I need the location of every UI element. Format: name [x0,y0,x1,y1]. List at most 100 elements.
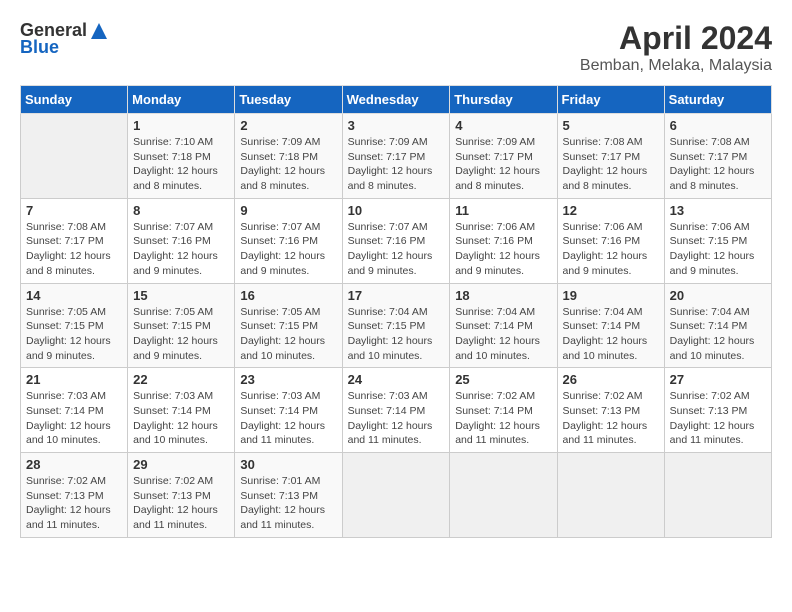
calendar-cell: 16 Sunrise: 7:05 AMSunset: 7:15 PMDayligh… [235,283,342,368]
calendar-cell: 1 Sunrise: 7:10 AMSunset: 7:18 PMDaylight… [128,114,235,199]
calendar-cell: 7 Sunrise: 7:08 AMSunset: 7:17 PMDaylight… [21,198,128,283]
day-info: Sunrise: 7:03 AMSunset: 7:14 PMDaylight:… [348,389,445,448]
day-number: 4 [455,118,551,133]
day-number: 14 [26,288,122,303]
day-number: 10 [348,203,445,218]
day-info: Sunrise: 7:04 AMSunset: 7:15 PMDaylight:… [348,305,445,364]
logo: General Blue [20,20,111,58]
day-info: Sunrise: 7:08 AMSunset: 7:17 PMDaylight:… [670,135,766,194]
day-info: Sunrise: 7:04 AMSunset: 7:14 PMDaylight:… [563,305,659,364]
day-number: 29 [133,457,229,472]
weekday-header-saturday: Saturday [664,86,771,114]
title-area: April 2024 Bemban, Melaka, Malaysia [580,20,772,75]
day-info: Sunrise: 7:09 AMSunset: 7:18 PMDaylight:… [240,135,336,194]
calendar-cell: 30Sunrise: 7:01 AMSunset: 7:13 PMDayligh… [235,453,342,538]
day-number: 25 [455,372,551,387]
day-info: Sunrise: 7:02 AMSunset: 7:14 PMDaylight:… [455,389,551,448]
calendar-cell: 13Sunrise: 7:06 AMSunset: 7:15 PMDayligh… [664,198,771,283]
calendar-cell: 20Sunrise: 7:04 AMSunset: 7:14 PMDayligh… [664,283,771,368]
calendar-cell: 6 Sunrise: 7:08 AMSunset: 7:17 PMDaylight… [664,114,771,199]
calendar-cell: 29 Sunrise: 7:02 AMSunset: 7:13 PMDayligh… [128,453,235,538]
day-info: Sunrise: 7:07 AMSunset: 7:16 PMDaylight:… [133,220,229,279]
day-number: 28 [26,457,122,472]
calendar-cell: 2 Sunrise: 7:09 AMSunset: 7:18 PMDaylight… [235,114,342,199]
day-info: Sunrise: 7:07 AMSunset: 7:16 PMDaylight:… [240,220,336,279]
calendar-cell: 18 Sunrise: 7:04 AMSunset: 7:14 PMDayligh… [450,283,557,368]
day-number: 7 [26,203,122,218]
calendar-cell: 5 Sunrise: 7:08 AMSunset: 7:17 PMDaylight… [557,114,664,199]
day-info: Sunrise: 7:06 AMSunset: 7:15 PMDaylight:… [670,220,766,279]
page-header: General Blue April 2024 Bemban, Melaka, … [20,20,772,75]
calendar-week-row: 14 Sunrise: 7:05 AMSunset: 7:15 PMDayligh… [21,283,772,368]
day-number: 16 [240,288,336,303]
calendar-cell: 21 Sunrise: 7:03 AMSunset: 7:14 PMDayligh… [21,368,128,453]
day-number: 30 [240,457,336,472]
calendar-cell: 4 Sunrise: 7:09 AMSunset: 7:17 PMDaylight… [450,114,557,199]
day-info: Sunrise: 7:02 AMSunset: 7:13 PMDaylight:… [670,389,766,448]
day-info: Sunrise: 7:04 AMSunset: 7:14 PMDaylight:… [455,305,551,364]
calendar-cell: 26 Sunrise: 7:02 AMSunset: 7:13 PMDayligh… [557,368,664,453]
day-number: 17 [348,288,445,303]
calendar-cell: 17 Sunrise: 7:04 AMSunset: 7:15 PMDayligh… [342,283,450,368]
day-number: 18 [455,288,551,303]
day-info: Sunrise: 7:09 AMSunset: 7:17 PMDaylight:… [455,135,551,194]
day-info: Sunrise: 7:02 AMSunset: 7:13 PMDaylight:… [26,474,122,533]
day-info: Sunrise: 7:09 AMSunset: 7:17 PMDaylight:… [348,135,445,194]
calendar-cell [450,453,557,538]
day-number: 2 [240,118,336,133]
calendar-cell: 25 Sunrise: 7:02 AMSunset: 7:14 PMDayligh… [450,368,557,453]
day-number: 3 [348,118,445,133]
day-number: 21 [26,372,122,387]
calendar-cell [21,114,128,199]
day-number: 1 [133,118,229,133]
day-info: Sunrise: 7:03 AMSunset: 7:14 PMDaylight:… [240,389,336,448]
calendar-cell: 9 Sunrise: 7:07 AMSunset: 7:16 PMDaylight… [235,198,342,283]
weekday-header-monday: Monday [128,86,235,114]
calendar-week-row: 21 Sunrise: 7:03 AMSunset: 7:14 PMDayligh… [21,368,772,453]
month-title: April 2024 [580,20,772,57]
calendar-cell: 12 Sunrise: 7:06 AMSunset: 7:16 PMDayligh… [557,198,664,283]
day-info: Sunrise: 7:05 AMSunset: 7:15 PMDaylight:… [133,305,229,364]
day-number: 19 [563,288,659,303]
day-info: Sunrise: 7:02 AMSunset: 7:13 PMDaylight:… [133,474,229,533]
day-info: Sunrise: 7:05 AMSunset: 7:15 PMDaylight:… [240,305,336,364]
day-info: Sunrise: 7:07 AMSunset: 7:16 PMDaylight:… [348,220,445,279]
weekday-header-sunday: Sunday [21,86,128,114]
day-info: Sunrise: 7:06 AMSunset: 7:16 PMDaylight:… [455,220,551,279]
calendar-cell: 14Sunrise: 7:05 AMSunset: 7:15 PMDayligh… [21,283,128,368]
day-number: 15 [133,288,229,303]
day-number: 23 [240,372,336,387]
weekday-header-thursday: Thursday [450,86,557,114]
day-info: Sunrise: 7:08 AMSunset: 7:17 PMDaylight:… [26,220,122,279]
calendar-cell [664,453,771,538]
weekday-header-row: SundayMondayTuesdayWednesdayThursdayFrid… [21,86,772,114]
day-info: Sunrise: 7:03 AMSunset: 7:14 PMDaylight:… [133,389,229,448]
location-title: Bemban, Melaka, Malaysia [580,57,772,75]
day-number: 27 [670,372,766,387]
day-info: Sunrise: 7:08 AMSunset: 7:17 PMDaylight:… [563,135,659,194]
calendar-cell: 19 Sunrise: 7:04 AMSunset: 7:14 PMDayligh… [557,283,664,368]
day-number: 8 [133,203,229,218]
day-number: 5 [563,118,659,133]
day-number: 26 [563,372,659,387]
day-number: 22 [133,372,229,387]
calendar-cell: 28 Sunrise: 7:02 AMSunset: 7:13 PMDayligh… [21,453,128,538]
day-number: 12 [563,203,659,218]
day-number: 6 [670,118,766,133]
weekday-header-tuesday: Tuesday [235,86,342,114]
calendar-cell: 3 Sunrise: 7:09 AMSunset: 7:17 PMDaylight… [342,114,450,199]
day-info: Sunrise: 7:03 AMSunset: 7:14 PMDaylight:… [26,389,122,448]
day-info: Sunrise: 7:06 AMSunset: 7:16 PMDaylight:… [563,220,659,279]
day-number: 9 [240,203,336,218]
calendar-cell: 24 Sunrise: 7:03 AMSunset: 7:14 PMDayligh… [342,368,450,453]
day-number: 24 [348,372,445,387]
weekday-header-wednesday: Wednesday [342,86,450,114]
calendar-cell [342,453,450,538]
day-info: Sunrise: 7:10 AMSunset: 7:18 PMDaylight:… [133,135,229,194]
calendar-week-row: 28 Sunrise: 7:02 AMSunset: 7:13 PMDayligh… [21,453,772,538]
calendar-cell: 27 Sunrise: 7:02 AMSunset: 7:13 PMDayligh… [664,368,771,453]
calendar-cell: 8 Sunrise: 7:07 AMSunset: 7:16 PMDaylight… [128,198,235,283]
day-info: Sunrise: 7:02 AMSunset: 7:13 PMDaylight:… [563,389,659,448]
logo-icon [89,21,109,41]
calendar-cell: 10 Sunrise: 7:07 AMSunset: 7:16 PMDayligh… [342,198,450,283]
